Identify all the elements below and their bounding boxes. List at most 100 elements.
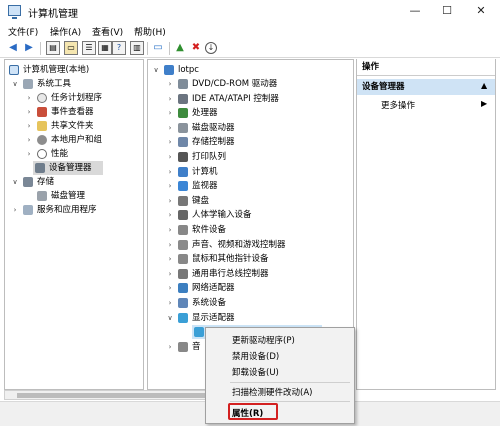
close-button[interactable]: ✕ <box>464 0 498 22</box>
chevron-right-icon[interactable]: › <box>166 208 174 222</box>
device-hid[interactable]: › 人体学输入设备 <box>150 208 350 222</box>
menu-view[interactable]: 查看(V) <box>92 25 123 38</box>
toolbar: ◀ ▶ ▤ ▭ ☰ ▦ ? ▥ ▭ ▲ ✖ ↓ <box>0 39 500 58</box>
device-sound[interactable]: › 声音、视频和游戏控制器 <box>150 238 350 252</box>
menu-help[interactable]: 帮助(H) <box>134 25 166 38</box>
device-print-queue[interactable]: › 打印队列 <box>150 150 350 164</box>
chevron-down-icon[interactable]: ∨ <box>152 63 160 77</box>
details-icon[interactable]: ▦ <box>98 41 112 55</box>
chevron-right-icon[interactable]: › <box>166 296 174 310</box>
chevron-right-icon[interactable]: › <box>166 179 174 193</box>
chevron-right-icon[interactable]: › <box>166 135 174 149</box>
chevron-right-icon[interactable]: › <box>25 91 33 105</box>
help-icon[interactable]: ? <box>112 41 126 55</box>
device-ide[interactable]: › IDE ATA/ATAPI 控制器 <box>150 92 350 106</box>
tree-root[interactable]: 计算机管理(本地) <box>7 63 143 77</box>
sound-icon <box>178 239 188 250</box>
device-root[interactable]: ∨ lotpc <box>150 63 350 77</box>
minimize-button[interactable]: — <box>398 0 432 22</box>
computer-management-icon <box>9 65 19 75</box>
tree-performance[interactable]: › 性能 <box>7 147 143 161</box>
tree-shared-folders[interactable]: › 共享文件夹 <box>7 119 143 133</box>
chevron-right-icon[interactable]: › <box>166 121 174 135</box>
chevron-right-icon[interactable]: › <box>25 133 33 147</box>
tree-local-users[interactable]: › 本地用户和组 <box>7 133 143 147</box>
menu-update-driver[interactable]: 更新驱动程序(P) <box>232 334 295 346</box>
chevron-right-icon[interactable]: › <box>166 165 174 179</box>
menu-file[interactable]: 文件(F) <box>8 25 38 38</box>
chevron-right-icon[interactable]: › <box>166 281 174 295</box>
chevron-right-icon[interactable]: › <box>166 252 174 266</box>
device-software[interactable]: › 软件设备 <box>150 223 350 237</box>
chevron-right-icon[interactable]: › <box>166 238 174 252</box>
back-arrow-icon[interactable]: ◀ <box>6 41 20 55</box>
computer-management-icon <box>8 5 21 19</box>
tree-system-tools[interactable]: ∨ 系统工具 <box>7 77 143 91</box>
chevron-down-icon[interactable]: ∨ <box>11 175 19 189</box>
chevron-right-icon[interactable]: › <box>25 119 33 133</box>
menu-action[interactable]: 操作(A) <box>50 25 81 38</box>
device-usb[interactable]: › 通用串行总线控制器 <box>150 267 350 281</box>
device-network[interactable]: › 网络适配器 <box>150 281 350 295</box>
chevron-right-icon[interactable]: › <box>166 267 174 281</box>
update-driver-icon[interactable]: ▲ <box>173 41 187 55</box>
menu-disable-device[interactable]: 禁用设备(D) <box>232 350 279 362</box>
tree-device-manager[interactable]: 设备管理器 <box>33 161 103 175</box>
chevron-right-icon[interactable]: › <box>166 150 174 164</box>
monitor-icon[interactable]: ▭ <box>151 41 165 55</box>
software-device-icon <box>178 225 188 235</box>
folder-icon[interactable]: ▭ <box>64 41 78 55</box>
device-system[interactable]: › 系统设备 <box>150 296 350 310</box>
chevron-right-icon[interactable]: › <box>25 105 33 119</box>
menu-scan-hardware[interactable]: 扫描检测硬件改动(A) <box>232 386 312 398</box>
device-storage[interactable]: › 存储控制器 <box>150 135 350 149</box>
hid-icon <box>178 210 188 221</box>
maximize-button[interactable]: ☐ <box>430 0 464 22</box>
chevron-right-icon[interactable]: › <box>166 106 174 120</box>
device-processor[interactable]: › 处理器 <box>150 106 350 120</box>
chevron-right-icon[interactable]: › <box>166 194 174 208</box>
forward-arrow-icon[interactable]: ▶ <box>22 41 36 55</box>
tools-icon <box>23 79 33 89</box>
chevron-right-icon[interactable]: › <box>11 203 19 217</box>
device-dvd[interactable]: › DVD/CD-ROM 驱动器 <box>150 77 350 91</box>
users-icon <box>37 135 47 145</box>
chevron-right-icon[interactable]: › <box>25 147 33 161</box>
usb-icon <box>178 268 188 279</box>
chevron-right-icon[interactable]: › <box>166 340 174 354</box>
device-manager-icon <box>35 163 45 173</box>
shared-folder-icon <box>37 121 47 131</box>
tree-storage[interactable]: ∨ 存储 <box>7 175 143 189</box>
actions-pane: 操作 设备管理器 ▲ 更多操作 ▶ <box>356 59 496 390</box>
device-keyboard[interactable]: › 键盘 <box>150 194 350 208</box>
computer-icon <box>178 166 188 177</box>
chevron-down-icon[interactable]: ∨ <box>166 311 174 325</box>
more-actions[interactable]: 更多操作 <box>381 99 415 111</box>
chevron-right-icon[interactable]: › <box>166 223 174 237</box>
tree-disk-management[interactable]: 磁盘管理 <box>7 189 143 203</box>
monitor-icon <box>178 181 188 192</box>
chevron-down-icon[interactable]: ∨ <box>11 77 19 91</box>
disk-icon <box>37 191 47 201</box>
uninstall-icon[interactable]: ✖ <box>189 41 203 55</box>
tree-event-viewer[interactable]: › 事件查看器 <box>7 105 143 119</box>
menu-uninstall-device[interactable]: 卸载设备(U) <box>232 366 279 378</box>
chevron-right-icon[interactable]: › <box>166 92 174 106</box>
collapse-icon[interactable]: ▲ <box>481 81 487 90</box>
chevron-right-icon[interactable]: › <box>166 77 174 91</box>
list-view-icon[interactable]: ☰ <box>82 41 96 55</box>
device-monitor[interactable]: › 监视器 <box>150 179 350 193</box>
device-mouse[interactable]: › 鼠标和其他指针设备 <box>150 252 350 266</box>
device-audio-partial[interactable]: › 音 <box>150 340 210 354</box>
show-tree-icon[interactable]: ▤ <box>46 41 60 55</box>
device-display[interactable]: ∨ 显示适配器 <box>150 311 350 325</box>
tree-task-scheduler[interactable]: › 任务计划程序 <box>7 91 143 105</box>
device-computer[interactable]: › 计算机 <box>150 165 350 179</box>
properties-icon[interactable]: ▥ <box>130 41 144 55</box>
scroll-thumb[interactable] <box>17 393 237 398</box>
tree-services-apps[interactable]: › 服务和应用程序 <box>7 203 143 217</box>
actions-device-manager[interactable]: 设备管理器 <box>357 79 495 95</box>
device-disk[interactable]: › 磁盘驱动器 <box>150 121 350 135</box>
download-circle-icon[interactable]: ↓ <box>205 42 217 54</box>
keyboard-icon <box>178 195 188 206</box>
